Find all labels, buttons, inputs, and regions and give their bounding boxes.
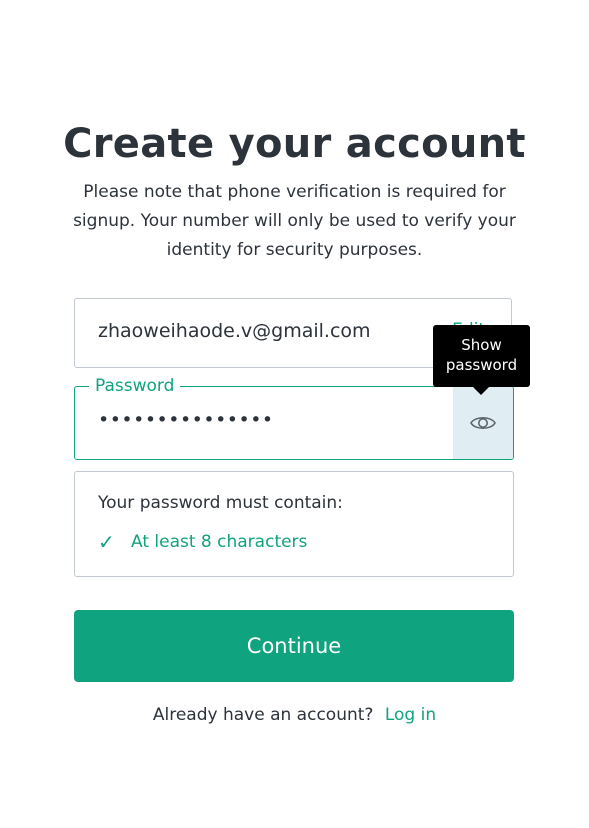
password-requirements: Your password must contain: ✓ At least 8… xyxy=(74,471,514,577)
page-title: Create your account xyxy=(63,121,526,167)
email-value: zhaoweihaode.v@gmail.com xyxy=(98,320,371,342)
login-prompt-text: Already have an account? xyxy=(152,705,374,725)
show-password-tooltip: Show password xyxy=(433,325,530,395)
show-password-button[interactable] xyxy=(453,387,513,459)
checkmark-icon: ✓ xyxy=(98,530,115,554)
login-prompt: Already have an account? Log in xyxy=(0,705,589,725)
password-label: Password xyxy=(89,374,181,398)
password-field[interactable]: Password ••••••••••••••• xyxy=(74,374,514,460)
password-value[interactable]: ••••••••••••••• xyxy=(98,409,274,431)
login-link[interactable]: Log in xyxy=(385,705,436,725)
requirement-label: At least 8 characters xyxy=(131,532,308,552)
continue-button[interactable]: Continue xyxy=(74,610,514,682)
requirements-title: Your password must contain: xyxy=(98,493,343,513)
page-subtitle: Please note that phone verification is r… xyxy=(73,182,516,260)
eye-icon xyxy=(470,416,496,430)
requirement-item: ✓ At least 8 characters xyxy=(98,530,307,554)
